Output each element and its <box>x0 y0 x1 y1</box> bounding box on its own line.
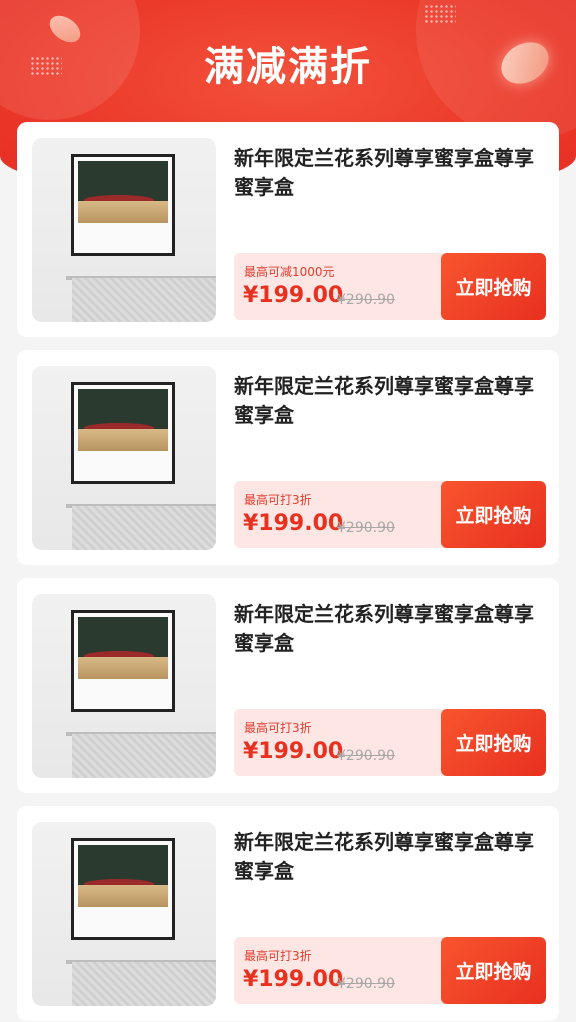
price-panel: 最高可打3折 ¥199.00 ¥290.90 立即抢购 <box>234 937 546 1004</box>
price-panel: 最高可打3折 ¥199.00 ¥290.90 立即抢购 <box>234 709 546 776</box>
product-image[interactable] <box>32 594 216 778</box>
buy-now-button[interactable]: 立即抢购 <box>441 481 546 548</box>
original-price: ¥290.90 <box>337 292 395 308</box>
product-list: 新年限定兰花系列尊享蜜享盒尊享蜜享盒 最高可减1000元 ¥199.00 ¥29… <box>17 122 559 1022</box>
product-card[interactable]: 新年限定兰花系列尊享蜜享盒尊享蜜享盒 最高可减1000元 ¥199.00 ¥29… <box>17 122 559 337</box>
tablecloth <box>72 278 216 322</box>
page-title: 满减满折 <box>204 44 372 90</box>
current-price: ¥199.00 <box>243 739 344 764</box>
promo-text: 最高可打3折 <box>244 493 312 507</box>
promo-text: 最高可打3折 <box>244 721 312 735</box>
product-image[interactable] <box>32 366 216 550</box>
current-price: ¥199.00 <box>243 283 344 308</box>
dot-pattern <box>424 4 456 24</box>
current-price: ¥199.00 <box>243 511 344 536</box>
original-price: ¥290.90 <box>337 520 395 536</box>
picture-frame <box>71 382 175 484</box>
product-card[interactable]: 新年限定兰花系列尊享蜜享盒尊享蜜享盒 最高可打3折 ¥199.00 ¥290.9… <box>17 806 559 1021</box>
product-image[interactable] <box>32 138 216 322</box>
buy-now-button[interactable]: 立即抢购 <box>441 937 546 1004</box>
picture-frame <box>71 154 175 256</box>
original-price: ¥290.90 <box>337 976 395 992</box>
original-price: ¥290.90 <box>337 748 395 764</box>
promo-text: 最高可打3折 <box>244 949 312 963</box>
product-card[interactable]: 新年限定兰花系列尊享蜜享盒尊享蜜享盒 最高可打3折 ¥199.00 ¥290.9… <box>17 578 559 793</box>
product-title[interactable]: 新年限定兰花系列尊享蜜享盒尊享蜜享盒 <box>234 372 534 430</box>
product-title[interactable]: 新年限定兰花系列尊享蜜享盒尊享蜜享盒 <box>234 144 534 202</box>
tablecloth <box>72 506 216 550</box>
product-title[interactable]: 新年限定兰花系列尊享蜜享盒尊享蜜享盒 <box>234 828 534 886</box>
product-card[interactable]: 新年限定兰花系列尊享蜜享盒尊享蜜享盒 最高可打3折 ¥199.00 ¥290.9… <box>17 350 559 565</box>
product-image[interactable] <box>32 822 216 1006</box>
promo-text: 最高可减1000元 <box>244 265 335 279</box>
tablecloth <box>72 734 216 778</box>
picture-frame <box>71 838 175 940</box>
buy-now-button[interactable]: 立即抢购 <box>441 253 546 320</box>
tablecloth <box>72 962 216 1006</box>
buy-now-button[interactable]: 立即抢购 <box>441 709 546 776</box>
price-panel: 最高可减1000元 ¥199.00 ¥290.90 立即抢购 <box>234 253 546 320</box>
current-price: ¥199.00 <box>243 967 344 992</box>
product-title[interactable]: 新年限定兰花系列尊享蜜享盒尊享蜜享盒 <box>234 600 534 658</box>
price-panel: 最高可打3折 ¥199.00 ¥290.90 立即抢购 <box>234 481 546 548</box>
picture-frame <box>71 610 175 712</box>
